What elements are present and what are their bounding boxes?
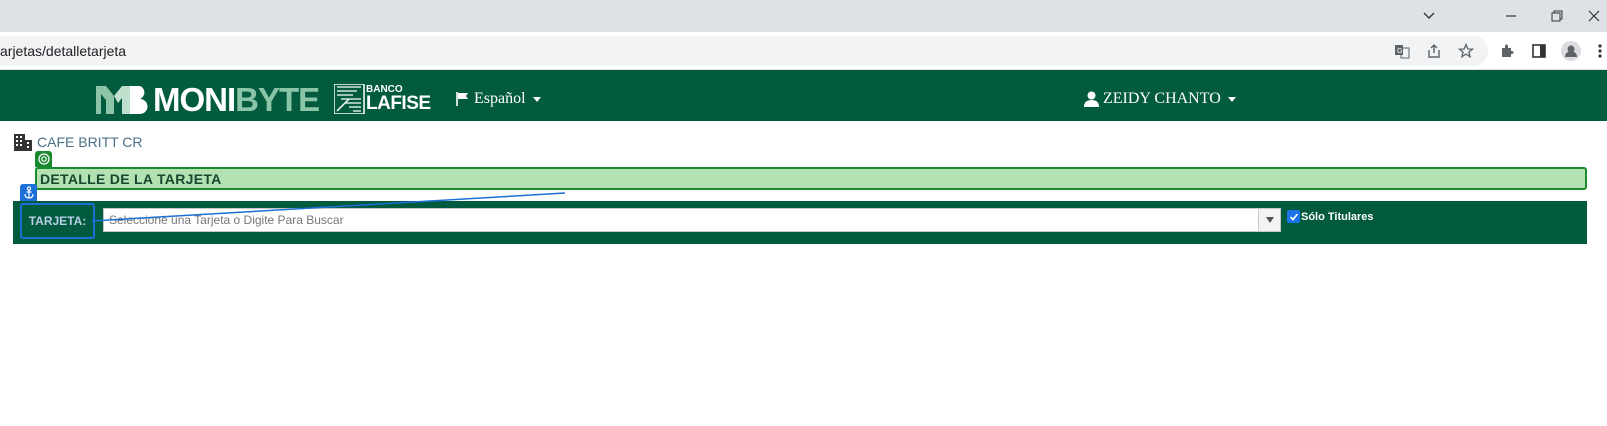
address-bar[interactable]: arjetas/detalletarjeta G — [0, 36, 1488, 66]
extensions-icon[interactable] — [1497, 41, 1517, 61]
building-icon — [14, 134, 32, 151]
card-label: TARJETA: — [28, 214, 87, 228]
translate-icon[interactable]: G — [1392, 41, 1412, 61]
card-label-box: TARJETA: — [20, 203, 95, 239]
card-select-placeholder: Seleccione una Tarjeta o Digite Para Bus… — [109, 213, 344, 227]
menu-icon[interactable] — [1592, 41, 1607, 61]
chevron-down-icon[interactable] — [1406, 0, 1452, 32]
app-header: MONIBYTE BANCO LAFISE Español ZEIDY CHAN… — [0, 70, 1607, 121]
user-name: ZEIDY CHANTO — [1103, 90, 1221, 107]
chevron-down-icon[interactable] — [1258, 209, 1280, 231]
caret-down-icon — [532, 96, 541, 102]
svg-text:G: G — [1397, 48, 1402, 55]
language-label: Español — [474, 90, 526, 107]
star-icon[interactable] — [1456, 41, 1476, 61]
card-search-bar: TARJETA: Seleccione una Tarjeta o Digite… — [13, 201, 1587, 244]
check-icon — [1289, 212, 1298, 221]
logo-moni-text: MONI — [153, 81, 236, 118]
only-holders-label: Sólo Titulares — [1301, 210, 1374, 223]
user-menu[interactable]: ZEIDY CHANTO — [1084, 90, 1236, 108]
caret-down-icon — [1227, 96, 1236, 102]
page-title: DETALLE DE LA TARJETA — [40, 171, 222, 187]
only-holders-checkbox[interactable] — [1287, 210, 1300, 223]
company-info: CAFE BRITT CR — [13, 133, 143, 151]
user-icon — [1084, 91, 1099, 107]
monibyte-logo-mark — [96, 86, 148, 119]
banco-lafise-logo: BANCO LAFISE — [334, 84, 431, 114]
share-icon[interactable] — [1424, 41, 1444, 61]
only-holders-option[interactable]: Sólo Titulares — [1287, 210, 1374, 223]
card-select[interactable]: Seleccione una Tarjeta o Digite Para Bus… — [103, 208, 1281, 232]
lafise-text: LAFISE — [366, 93, 431, 114]
anchor-icon — [20, 184, 37, 201]
close-icon[interactable] — [1580, 0, 1607, 32]
detail-title-bar: DETALLE DE LA TARJETA — [35, 167, 1587, 190]
sidepanel-icon[interactable] — [1529, 41, 1549, 61]
language-dropdown[interactable]: Español — [456, 90, 541, 108]
profile-icon[interactable] — [1561, 41, 1581, 61]
company-name: CAFE BRITT CR — [37, 134, 143, 150]
browser-titlebar — [0, 0, 1607, 32]
browser-toolbar: arjetas/detalletarjeta G — [0, 32, 1607, 70]
monibyte-wordmark: MONIBYTE — [153, 81, 320, 118]
restore-icon[interactable] — [1534, 0, 1580, 32]
minimize-icon[interactable] — [1488, 0, 1534, 32]
flag-icon — [456, 92, 468, 106]
target-icon — [35, 151, 52, 167]
logo-byte-text: BYTE — [235, 81, 320, 118]
url-text: arjetas/detalletarjeta — [0, 43, 127, 59]
